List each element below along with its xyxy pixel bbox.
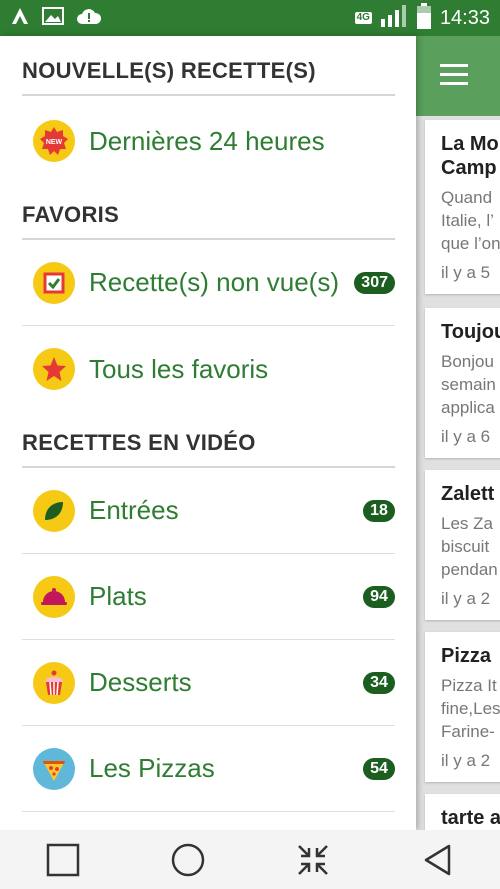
card-title: Zalett xyxy=(441,483,495,505)
card-excerpt: Les Za biscuit pendan xyxy=(441,514,498,579)
card-excerpt: Pizza It fine,Les Farine- xyxy=(441,676,500,741)
svg-text:NEW: NEW xyxy=(46,139,63,146)
network-type-label: 4G xyxy=(354,12,372,24)
drawer-item-label: Plats xyxy=(89,581,147,611)
card-title: Pizza xyxy=(441,645,492,667)
card-title: Toujou xyxy=(441,321,500,343)
pizza-icon xyxy=(33,747,75,790)
recipe-card[interactable]: Toujou Bonjou semain applica il y a 6 xyxy=(425,308,500,458)
card-time: il y a 6 xyxy=(441,427,491,446)
drawer-item-label: Tous les favoris xyxy=(89,353,269,384)
drawer-item-label: Dernières 24 heures xyxy=(89,125,325,156)
card-title: La Mo xyxy=(441,133,499,155)
clock: 14:33 xyxy=(439,6,490,29)
menu-icon[interactable] xyxy=(440,64,468,86)
cloud-alert-icon xyxy=(76,6,102,31)
card-time: il y a 2 xyxy=(441,589,491,608)
recipe-card[interactable]: La Mo Camp Quand Italie, l’ que l’on il y … xyxy=(425,120,500,294)
card-time: il y a 2 xyxy=(441,751,491,770)
drawer-item-last-24h[interactable]: NEW Dernières 24 heures xyxy=(22,98,395,184)
drawer-item-label: Desserts xyxy=(89,667,192,697)
drawer-item-label: Les Pizzas xyxy=(89,753,215,783)
card-excerpt: Bonjou semain applica xyxy=(441,352,496,417)
star-icon xyxy=(33,348,75,390)
back-icon[interactable] xyxy=(408,840,468,880)
section-title-videos: RECETTES EN VIDÉO xyxy=(22,430,395,468)
drawer-item-unseen[interactable]: Recette(s) non vue(s) 307 xyxy=(22,240,395,326)
card-time: il y a 5 xyxy=(441,263,491,282)
battery-icon xyxy=(416,2,432,34)
recent-apps-icon[interactable] xyxy=(33,840,93,880)
app-a-icon xyxy=(10,6,30,31)
image-icon xyxy=(42,6,64,31)
drawer-item-starters[interactable]: Entrées 18 xyxy=(22,468,395,554)
collapse-icon[interactable] xyxy=(283,840,343,880)
count-badge: 18 xyxy=(363,499,395,522)
system-nav-bar xyxy=(0,830,500,889)
count-badge: 94 xyxy=(363,585,395,608)
drawer-item-label: Entrées xyxy=(89,495,179,525)
card-title-line2: Camp xyxy=(441,157,497,179)
leaf-icon xyxy=(33,489,75,532)
navigation-drawer: NOUVELLE(S) RECETTE(S) NEW Dernières 24 … xyxy=(0,36,416,830)
section-title-favorites: FAVORIS xyxy=(22,202,395,240)
home-icon[interactable] xyxy=(158,840,218,880)
cupcake-icon xyxy=(33,661,75,704)
drawer-item-pizzas[interactable]: Les Pizzas 54 xyxy=(22,726,395,812)
drawer-item-desserts[interactable]: Desserts 34 xyxy=(22,640,395,726)
drawer-item-label: Recette(s) non vue(s) xyxy=(89,267,339,297)
count-badge: 307 xyxy=(354,271,395,294)
new-badge-icon: NEW xyxy=(33,120,75,162)
drawer-item-main-dishes[interactable]: Plats 94 xyxy=(22,554,395,640)
card-excerpt: Quand Italie, l’ que l’on xyxy=(441,188,500,253)
card-title: tarte a xyxy=(441,807,500,829)
signal-icon xyxy=(380,4,408,32)
section-title-new: NOUVELLE(S) RECETTE(S) xyxy=(22,58,395,96)
cloche-icon xyxy=(33,575,75,618)
count-badge: 54 xyxy=(363,757,395,780)
recipe-card[interactable]: Pizza Pizza It fine,Les Farine- il y a 2 xyxy=(425,632,500,782)
checkbox-icon xyxy=(33,261,75,304)
count-badge: 34 xyxy=(363,671,395,694)
recipe-card[interactable]: Zalett Les Za biscuit pendan il y a 2 xyxy=(425,470,500,620)
drawer-item-all-favorites[interactable]: Tous les favoris xyxy=(22,326,395,412)
status-bar: 4G 14:33 xyxy=(0,0,500,36)
